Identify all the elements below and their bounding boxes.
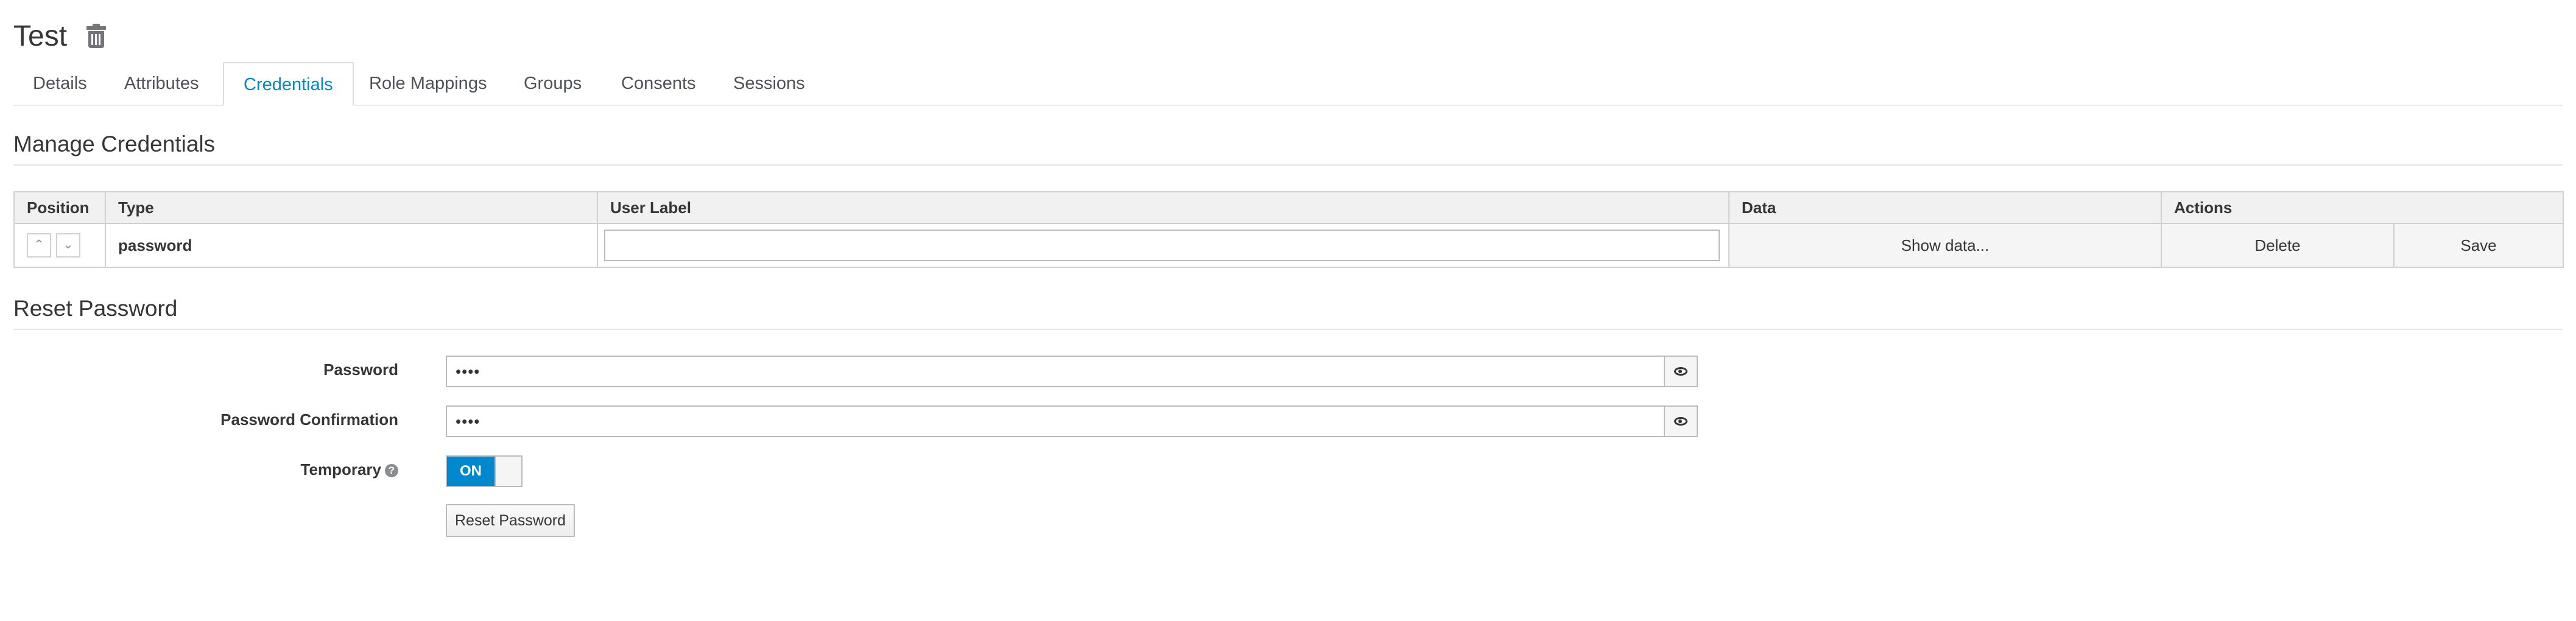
column-header-user-label: User Label xyxy=(597,191,1730,224)
divider xyxy=(13,164,2563,166)
tab-credentials[interactable]: Credentials xyxy=(223,62,354,106)
toggle-handle xyxy=(494,457,521,486)
tab-groups[interactable]: Groups xyxy=(504,62,601,105)
help-icon[interactable]: ? xyxy=(385,464,398,478)
table-header-row: Position Type User Label Data Actions xyxy=(13,191,2564,224)
title-row: Test xyxy=(13,15,107,57)
save-button[interactable]: Save xyxy=(2395,224,2563,267)
position-cell: ⌃ ⌄ xyxy=(13,223,106,268)
tab-consents[interactable]: Consents xyxy=(602,62,716,105)
show-data-button[interactable]: Show data... xyxy=(1730,224,2161,267)
temporary-label: Temporary xyxy=(300,460,381,479)
trash-icon[interactable] xyxy=(86,24,107,48)
tab-sessions[interactable]: Sessions xyxy=(714,62,825,105)
password-confirmation-field[interactable]: •••• xyxy=(446,405,1665,437)
eye-icon xyxy=(1674,417,1687,426)
show-password-confirmation-button[interactable] xyxy=(1664,405,1698,437)
move-up-button[interactable]: ⌃ xyxy=(27,233,51,258)
tab-attributes[interactable]: Attributes xyxy=(105,62,219,105)
column-header-type: Type xyxy=(105,191,598,224)
user-label-input[interactable] xyxy=(604,230,1720,261)
password-confirmation-label: Password Confirmation xyxy=(220,410,398,429)
eye-icon xyxy=(1674,367,1687,376)
chevron-up-icon: ⌃ xyxy=(33,238,44,251)
temporary-toggle[interactable]: ON xyxy=(446,455,523,487)
password-value: •••• xyxy=(456,362,480,381)
column-header-data: Data xyxy=(1728,191,2162,224)
save-cell: Save xyxy=(2393,223,2564,268)
page-title: Test xyxy=(13,19,68,52)
tab-details[interactable]: Details xyxy=(13,62,107,105)
delete-button[interactable]: Delete xyxy=(2162,224,2393,267)
chevron-down-icon: ⌄ xyxy=(63,238,74,251)
reset-password-heading: Reset Password xyxy=(13,296,178,321)
delete-cell: Delete xyxy=(2161,223,2395,268)
tab-role-mappings[interactable]: Role Mappings xyxy=(350,62,506,105)
password-field[interactable]: •••• xyxy=(446,356,1665,387)
password-confirmation-value: •••• xyxy=(456,412,480,430)
reset-password-button[interactable]: Reset Password xyxy=(446,504,575,537)
column-header-actions: Actions xyxy=(2161,191,2564,224)
user-label-cell xyxy=(597,223,1730,268)
data-cell: Show data... xyxy=(1728,223,2162,268)
password-label: Password xyxy=(323,360,398,379)
show-password-button[interactable] xyxy=(1664,356,1698,387)
divider xyxy=(13,329,2563,330)
table-row: ⌃ ⌄ password Show data... Delete Save xyxy=(13,223,2564,268)
column-header-position: Position xyxy=(13,191,106,224)
temporary-label-row: Temporary? xyxy=(122,460,398,479)
credentials-table: Position Type User Label Data Actions ⌃ ⌄… xyxy=(13,191,2564,268)
credential-type: password xyxy=(105,223,598,268)
move-down-button[interactable]: ⌄ xyxy=(56,233,80,258)
toggle-on-label: ON xyxy=(447,457,494,486)
manage-credentials-heading: Manage Credentials xyxy=(13,132,216,156)
tab-bar: Details Attributes Credentials Role Mapp… xyxy=(13,62,2563,106)
